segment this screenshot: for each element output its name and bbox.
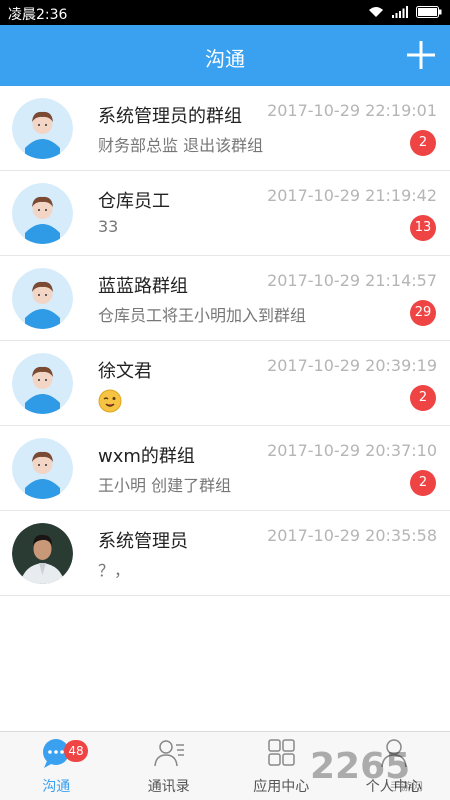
conversation-time: 2017-10-29 20:37:10 bbox=[267, 441, 437, 460]
status-time: 凌晨2:36 bbox=[8, 7, 68, 23]
conversation-row[interactable]: 徐文君 2017-10-29 20:39:19 2 bbox=[0, 341, 450, 426]
conversation-preview: 仓库员工将王小明加入到群组 bbox=[98, 306, 307, 325]
conversation-time: 2017-10-29 20:35:58 bbox=[267, 526, 437, 545]
conversation-name: 系统管理员的群组 bbox=[98, 106, 242, 127]
conversation-preview: 王小明 创建了群组 bbox=[98, 476, 232, 495]
watermark-subtext: 手游网 bbox=[390, 780, 423, 793]
tab-unread-badge: 48 bbox=[64, 740, 88, 762]
conversation-row[interactable]: 仓库员工 2017-10-29 21:19:42 33 13 bbox=[0, 171, 450, 256]
app-header: 沟通 bbox=[0, 25, 450, 86]
conversation-time: 2017-10-29 20:39:19 bbox=[267, 356, 437, 375]
conversation-time: 2017-10-29 22:19:01 bbox=[267, 101, 437, 120]
battery-icon bbox=[416, 6, 442, 18]
photo-avatar-icon bbox=[12, 523, 73, 584]
conversation-time: 2017-10-29 21:14:57 bbox=[267, 271, 437, 290]
tab-label: 沟通 bbox=[42, 779, 71, 795]
conversation-row[interactable]: 蓝蓝路群组 2017-10-29 21:14:57 仓库员工将王小明加入到群组 … bbox=[0, 256, 450, 341]
conversation-name: 徐文君 bbox=[98, 361, 152, 382]
default-person-avatar-icon bbox=[12, 353, 73, 414]
avatar bbox=[12, 98, 73, 159]
conversation-row[interactable]: 系统管理员 2017-10-29 20:35:58 ？， bbox=[0, 511, 450, 596]
apps-grid-icon bbox=[268, 739, 295, 766]
wifi-icon bbox=[369, 7, 383, 17]
avatar bbox=[12, 353, 73, 414]
contacts-icon bbox=[154, 740, 184, 767]
conversation-preview: ？， bbox=[98, 561, 131, 580]
avatar bbox=[12, 183, 73, 244]
conversation-name: wxm的群组 bbox=[98, 446, 195, 467]
conversation-preview: 33 bbox=[98, 217, 119, 236]
plus-icon bbox=[407, 41, 435, 69]
conversation-preview: 财务部总监 退出该群组 bbox=[98, 136, 264, 155]
avatar bbox=[12, 438, 73, 499]
unread-badge: 13 bbox=[410, 215, 436, 241]
conversation-time: 2017-10-29 21:19:42 bbox=[267, 186, 437, 205]
page-title: 沟通 bbox=[205, 47, 245, 71]
conversation-row[interactable]: wxm的群组 2017-10-29 20:37:10 王小明 创建了群组 2 bbox=[0, 426, 450, 511]
conversation-name: 系统管理员 bbox=[98, 531, 188, 552]
conversation-row[interactable]: 系统管理员的群组 2017-10-29 22:19:01 财务部总监 退出该群组… bbox=[0, 86, 450, 171]
default-person-avatar-icon bbox=[12, 438, 73, 499]
default-person-avatar-icon bbox=[12, 268, 73, 329]
unread-badge: 29 bbox=[410, 300, 436, 326]
default-person-avatar-icon bbox=[12, 183, 73, 244]
emoji-icon bbox=[98, 389, 122, 413]
tab-chat[interactable]: 48 沟通 bbox=[0, 732, 113, 800]
unread-badge: 2 bbox=[410, 130, 436, 156]
conversation-list: 系统管理员的群组 2017-10-29 22:19:01 财务部总监 退出该群组… bbox=[0, 86, 450, 596]
tab-label: 通讯录 bbox=[147, 779, 190, 795]
default-person-avatar-icon bbox=[12, 98, 73, 159]
unread-badge: 2 bbox=[410, 470, 436, 496]
signal-icon bbox=[392, 6, 408, 18]
tab-contacts[interactable]: 通讯录 bbox=[113, 732, 226, 800]
status-icons bbox=[368, 6, 442, 18]
add-button[interactable] bbox=[405, 39, 437, 71]
conversation-name: 仓库员工 bbox=[98, 191, 170, 212]
avatar bbox=[12, 523, 73, 584]
status-bar: 凌晨2:36 bbox=[0, 0, 450, 25]
unread-badge: 2 bbox=[410, 385, 436, 411]
conversation-name: 蓝蓝路群组 bbox=[98, 276, 188, 297]
avatar bbox=[12, 268, 73, 329]
